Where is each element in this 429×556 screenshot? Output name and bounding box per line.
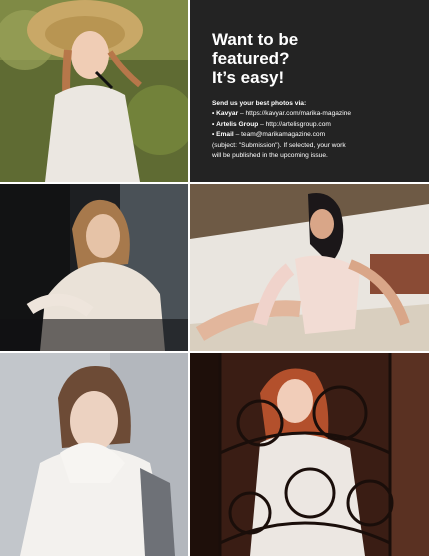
channel-artelis-detail[interactable]: – http://artelisgroup.com: [258, 121, 331, 128]
photo-woman-straw-hat: [0, 0, 188, 182]
channel-kavyar-name: Kavyar: [216, 110, 239, 118]
channel-email-bullet: •: [212, 131, 215, 139]
magazine-page: Want to be featured? It’s easy! Send us …: [0, 0, 429, 556]
photo-woman-terrace: [190, 184, 429, 351]
note-line-2: will be published in the upcoming issue.: [212, 152, 328, 160]
submission-intro: Send us your best photos via:: [212, 100, 307, 107]
channel-kavyar-detail[interactable]: – https://kavyar.com/marika-magazine: [238, 110, 351, 117]
submission-info: Send us your best photos via: • Kavyar –…: [212, 99, 422, 161]
headline-line-3: It’s easy!: [212, 68, 285, 87]
photo-woman-iron-gate-image: [190, 353, 429, 556]
photo-woman-dark-room-image: [0, 184, 188, 351]
photo-woman-knit-shawl: [0, 353, 188, 556]
photo-woman-dark-room: [0, 184, 188, 351]
channel-artelis-name: Artelis Group: [216, 120, 259, 128]
headline-line-2: featured?: [212, 49, 290, 68]
photo-woman-terrace-image: [190, 184, 429, 351]
headline-line-1: Want to be: [212, 30, 299, 49]
channel-email-detail[interactable]: – team@marikamagazine.com: [234, 131, 326, 138]
channel-email-name: Email: [216, 131, 234, 139]
channel-artelis: • Artelis Group – http://artelisgroup.co…: [212, 120, 422, 130]
channel-email: • Email – team@marikamagazine.com: [212, 130, 422, 140]
photo-woman-straw-hat-image: [0, 0, 188, 182]
photo-woman-iron-gate: [190, 353, 429, 556]
note-line-1: (subject: "Submission"). If selected, yo…: [212, 141, 346, 149]
headline: Want to be featured? It’s easy!: [212, 30, 298, 87]
photo-woman-knit-shawl-image: [0, 353, 188, 556]
channel-artelis-bullet: •: [212, 120, 215, 128]
channel-kavyar-bullet: •: [212, 110, 215, 118]
channel-kavyar: • Kavyar – https://kavyar.com/marika-mag…: [212, 109, 422, 119]
submission-panel: Want to be featured? It’s easy! Send us …: [190, 0, 429, 182]
